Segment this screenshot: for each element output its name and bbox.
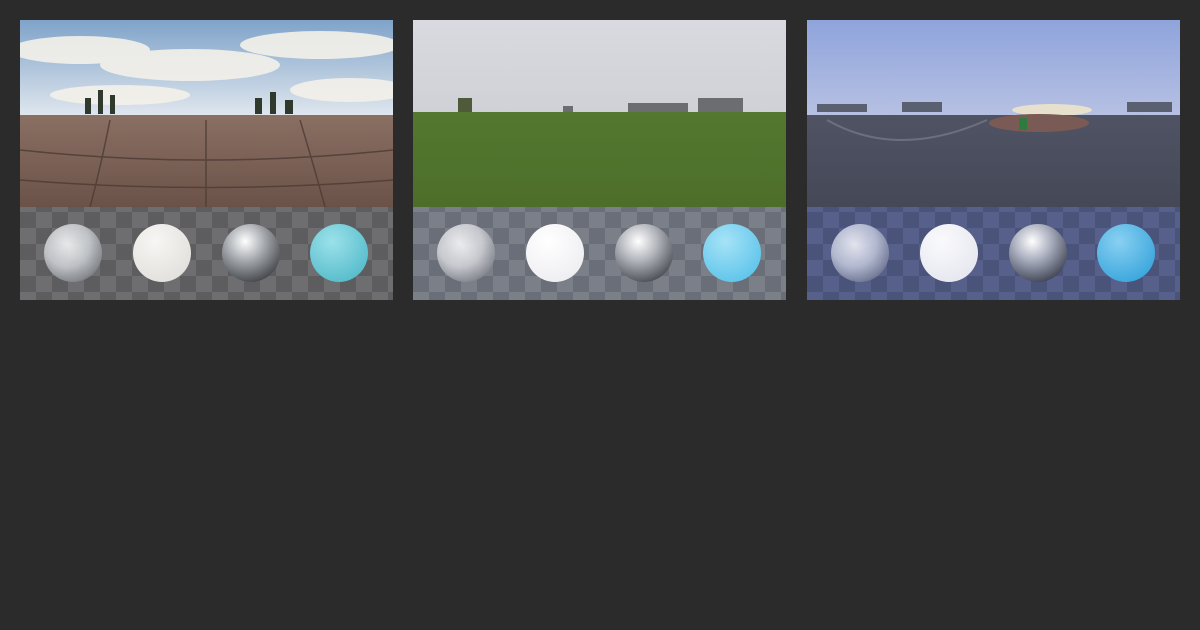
colored-sphere xyxy=(310,224,368,282)
ground xyxy=(413,112,786,207)
glass-sphere xyxy=(831,224,889,282)
hdri-preview-image xyxy=(413,20,786,300)
glass-sphere xyxy=(437,224,495,282)
hdri-thumbnail-card[interactable] xyxy=(20,20,393,300)
green-bin xyxy=(1019,118,1027,130)
chrome-sphere xyxy=(1009,224,1067,282)
horizon-glow xyxy=(1012,104,1092,116)
ground xyxy=(807,115,1180,207)
hdri-thumbnail-card[interactable] xyxy=(807,20,1180,300)
chrome-sphere xyxy=(615,224,673,282)
colored-sphere xyxy=(1097,224,1155,282)
dirt-patch xyxy=(989,114,1089,132)
colored-sphere xyxy=(703,224,761,282)
hdri-preview-image xyxy=(807,20,1180,300)
diffuse-sphere xyxy=(920,224,978,282)
hdri-preview-image xyxy=(20,20,393,300)
hdri-thumbnail-card[interactable] xyxy=(413,20,786,300)
chrome-sphere xyxy=(222,224,280,282)
diffuse-sphere xyxy=(133,224,191,282)
sky xyxy=(807,20,1180,115)
diffuse-sphere xyxy=(526,224,584,282)
glass-sphere xyxy=(44,224,102,282)
thumbnail-gallery xyxy=(0,0,1200,630)
